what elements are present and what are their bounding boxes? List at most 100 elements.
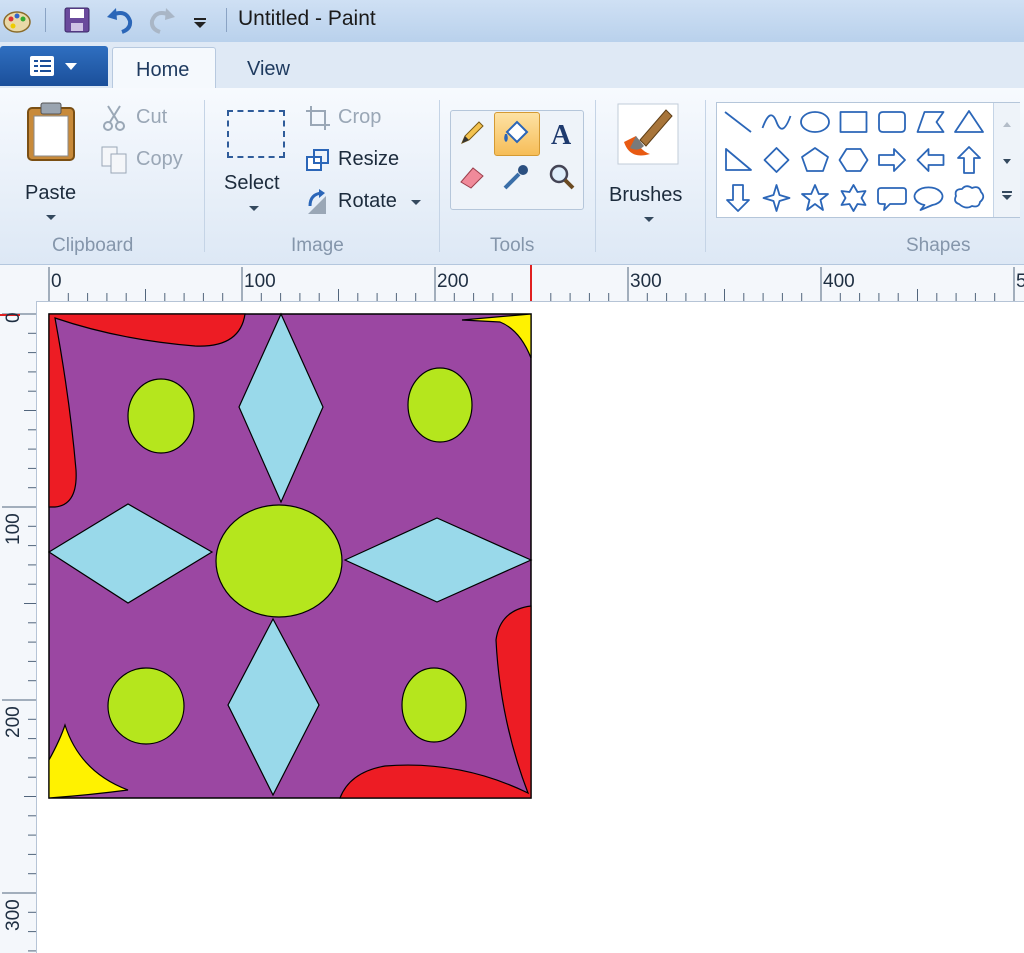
h-ruler-label: 100: [244, 271, 276, 292]
shape-polygon-icon[interactable]: [916, 111, 945, 133]
image-group-label: Image: [291, 235, 344, 256]
ribbon-home: Paste Cut Copy Clipboard Select Crop Res…: [0, 88, 1024, 265]
text-icon: A: [551, 120, 572, 148]
circle-bottom-right: [401, 667, 467, 743]
title-bar: Untitled - Paint: [0, 0, 1024, 43]
qat-separator: [45, 8, 46, 32]
shape-up-arrow-icon[interactable]: [957, 146, 981, 174]
drawing-canvas[interactable]: [37, 302, 1024, 953]
group-separator: [204, 100, 205, 252]
shape-rounded-rectangle-icon[interactable]: [878, 111, 906, 133]
ribbon-tab-row: Home View: [0, 42, 1024, 90]
v-ruler-label: 100: [3, 513, 24, 545]
shape-right-arrow-icon[interactable]: [878, 148, 906, 172]
shape-rectangle-icon[interactable]: [839, 111, 868, 133]
magnifier-tool[interactable]: [542, 158, 582, 196]
magnifier-icon: [549, 164, 575, 190]
select-button[interactable]: Select: [220, 104, 290, 218]
circle-top-left: [127, 378, 195, 454]
fill-bucket-tool[interactable]: [494, 112, 540, 156]
copy-button[interactable]: Copy: [98, 144, 190, 176]
paste-dropdown-arrow: [46, 215, 56, 220]
eraser-tool[interactable]: [452, 158, 492, 196]
circle-top-right: [407, 367, 473, 443]
resize-icon: [306, 149, 329, 171]
brush-icon: [617, 103, 679, 165]
copy-icon: [101, 146, 127, 174]
horizontal-ruler: 0 100 200 300 400 5: [0, 265, 1024, 302]
tab-home[interactable]: Home: [112, 47, 216, 90]
tools-group-label: Tools: [490, 235, 535, 256]
shape-triangle-icon[interactable]: [954, 110, 984, 133]
h-ruler-label: 300: [630, 271, 662, 292]
circle-bottom-left: [107, 667, 185, 745]
shape-four-point-star-icon[interactable]: [762, 184, 791, 212]
eraser-icon: [460, 167, 484, 189]
shapes-gallery: [716, 102, 1020, 218]
rotate-button[interactable]: Rotate: [302, 186, 426, 218]
v-ruler-label: 200: [3, 706, 24, 738]
brushes-dropdown-arrow: [644, 217, 654, 222]
application-menu-button[interactable]: [0, 46, 108, 86]
shapes-group-label: Shapes: [906, 235, 971, 256]
window-title: Untitled - Paint: [238, 7, 376, 30]
shape-right-triangle-icon[interactable]: [725, 148, 752, 171]
shapes-gallery-scrollbar[interactable]: [993, 103, 1020, 217]
color-picker-icon: [503, 165, 528, 190]
shape-five-point-star-icon[interactable]: [801, 184, 829, 211]
shape-diamond-icon[interactable]: [763, 147, 790, 173]
tab-view-label: View: [247, 58, 290, 80]
shape-oval-icon[interactable]: [800, 111, 830, 133]
paste-button[interactable]: Paste: [18, 98, 86, 220]
undo-icon[interactable]: [104, 5, 136, 35]
pencil-icon: [461, 121, 484, 144]
paste-label: Paste: [25, 182, 77, 204]
h-ruler-label: 5: [1016, 271, 1024, 292]
crop-label: Crop: [338, 106, 382, 128]
redo-icon[interactable]: [146, 5, 178, 35]
paint-app-icon[interactable]: [2, 5, 34, 35]
shape-hexagon-icon[interactable]: [838, 148, 869, 172]
h-ruler-label: 400: [823, 271, 855, 292]
shape-curve-icon[interactable]: [761, 114, 792, 130]
copy-label: Copy: [136, 148, 183, 170]
canvas-workspace[interactable]: [37, 302, 1024, 953]
save-icon[interactable]: [62, 5, 92, 35]
selection-icon: [227, 110, 285, 158]
shape-down-arrow-icon[interactable]: [726, 184, 750, 212]
center-circle: [215, 504, 343, 618]
scissors-icon: [103, 105, 125, 131]
clipboard-group-label: Clipboard: [52, 235, 134, 256]
group-separator: [705, 100, 706, 252]
rotate-label: Rotate: [338, 190, 397, 212]
v-ruler-label: 0: [3, 312, 24, 323]
color-picker-tool[interactable]: [496, 158, 536, 196]
text-tool[interactable]: A: [542, 114, 582, 152]
tab-view[interactable]: View: [228, 47, 318, 87]
resize-button[interactable]: Resize: [302, 144, 406, 176]
shape-oval-callout-icon[interactable]: [913, 186, 944, 211]
pencil-tool[interactable]: [452, 114, 492, 152]
horizontal-ruler-ticks: [48, 265, 1015, 301]
shapes-gallery-grid: [724, 110, 985, 212]
crop-button[interactable]: Crop: [302, 102, 392, 134]
shape-line-icon[interactable]: [724, 111, 752, 133]
v-ruler-label: 300: [3, 899, 24, 931]
shape-rounded-callout-icon[interactable]: [877, 187, 907, 211]
brushes-label: Brushes: [609, 184, 683, 206]
shape-six-point-star-icon[interactable]: [840, 184, 867, 212]
select-label: Select: [224, 172, 280, 194]
tab-home-label: Home: [136, 59, 190, 81]
clipboard-icon: [27, 102, 75, 161]
shape-pentagon-icon[interactable]: [801, 147, 829, 172]
customize-dropdown-icon[interactable]: [190, 5, 210, 35]
shape-left-arrow-icon[interactable]: [916, 148, 945, 172]
resize-label: Resize: [338, 148, 400, 170]
h-ruler-label: 0: [51, 271, 62, 292]
fill-bucket-icon: [504, 120, 529, 144]
shape-cloud-callout-icon[interactable]: [954, 185, 985, 209]
cut-button[interactable]: Cut: [98, 102, 178, 134]
svg-text:A: A: [551, 120, 572, 148]
brushes-button[interactable]: Brushes: [602, 100, 696, 222]
crop-icon: [306, 106, 330, 130]
